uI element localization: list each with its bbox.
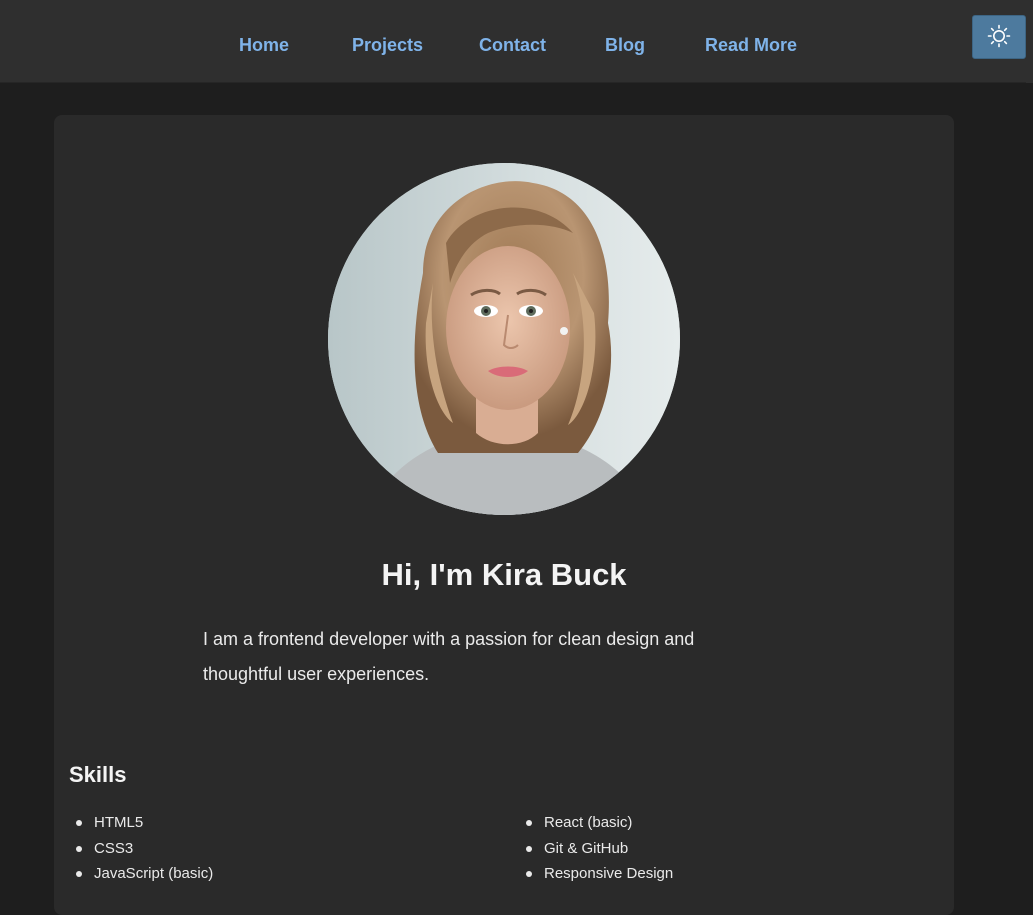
bullet-icon [526,871,532,877]
nav-link-blog[interactable]: Blog [605,33,645,57]
list-item: CSS3 [70,838,213,864]
scrollbar[interactable] [1026,0,1033,83]
bullet-icon [526,820,532,826]
intro-text: I am a frontend developer with a passion… [203,629,695,684]
main-nav: Home Projects Contact Blog Read More [0,0,1033,83]
skill-label: React (basic) [544,814,633,831]
bullet-icon [76,820,82,826]
list-item: JavaScript (basic) [70,863,213,889]
skill-label: Git & GitHub [544,839,629,857]
list-item: HTML5 [70,812,213,838]
nav-link-projects[interactable]: Projects [352,33,423,57]
navbar: Home Projects Contact Blog Read More [0,0,1033,83]
bullet-icon [526,845,532,852]
skill-label: Responsive Design [544,865,674,882]
list-item: React (basic) [520,812,673,838]
profile-photo [328,163,680,515]
nav-link-read-more[interactable]: Read More [705,33,797,57]
profile-card: Hi, I'm Kira Buck I am a frontend develo… [54,115,954,915]
page-title: Hi, I'm Kira Buck [381,557,627,592]
skill-label: HTML5 [94,814,144,831]
skill-label: JavaScript (basic) [94,865,214,882]
bullet-icon [76,871,82,877]
nav-link-home[interactable]: Home [239,33,289,57]
nav-link-contact[interactable]: Contact [479,33,546,57]
skills-list-left: HTML5 CSS3 JavaScript (basic) [70,812,213,889]
avatar [328,163,680,515]
theme-toggle-button[interactable] [972,15,1026,59]
skill-label: CSS3 [94,839,134,857]
list-item: Responsive Design [520,863,673,889]
list-item: Git & GitHub [520,838,673,864]
skills-list-right: React (basic) Git & GitHub Responsive De… [520,812,673,889]
sun-icon [987,24,1011,51]
bullet-icon [76,845,82,852]
skills-heading: Skills [69,762,127,787]
